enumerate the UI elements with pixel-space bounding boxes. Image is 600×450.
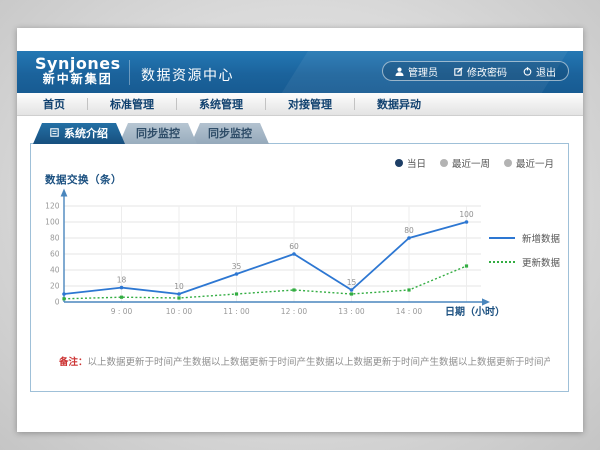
data-point [235,292,238,295]
change-password-button[interactable]: 修改密码 [454,64,507,79]
range-option-last-month[interactable]: 最近一月 [504,156,554,170]
logo-text-en: Synjones [35,55,121,73]
data-point-label: 10 [174,282,184,291]
y-tick-label: 0 [55,298,60,307]
nav-item-home[interactable]: 首页 [21,96,87,112]
y-tick-label: 40 [50,266,60,275]
dotted-line-icon [489,261,515,263]
y-tick-label: 120 [45,202,60,211]
chart-legend: 新增数据 更新数据 [489,231,560,269]
data-point [292,288,295,291]
data-point [177,296,180,299]
data-point [235,272,239,276]
x-tick-label: 13 : 00 [338,307,365,316]
data-point-label: 18 [117,276,127,285]
data-point [177,292,181,296]
nav-item-data-changes[interactable]: 数据异动 [355,96,443,112]
app-header: Synjones 新中新集团 数据资源中心 管理员 修改密码 [17,51,583,93]
note-text: 以上数据更新于时间产生数据以上数据更新于时间产生数据以上数据更新于时间产生数据以… [88,357,550,368]
nav-item-connection-mgmt[interactable]: 对接管理 [266,96,354,112]
data-point [350,292,353,295]
tab-bar: 系统介绍 同步监控 同步监控 [33,123,269,144]
page-title: 数据资源中心 [141,65,234,85]
data-point [407,236,411,240]
range-option-last-week[interactable]: 最近一周 [440,156,490,170]
power-icon [523,67,532,76]
note-label: 备注： [59,357,88,368]
x-tick-label: 10 : 00 [166,307,193,316]
change-password-label: 修改密码 [467,64,507,79]
x-tick-label: 9 : 00 [111,307,133,316]
app-window: Synjones 新中新集团 数据资源中心 管理员 修改密码 [17,28,583,432]
range-last-week-label: 最近一周 [452,156,490,170]
solid-line-icon [489,237,515,239]
range-today-label: 当日 [407,156,426,170]
radio-unselected-icon [440,159,448,167]
legend-new-data-label: 新增数据 [522,231,560,245]
data-point [407,288,410,291]
x-tick-label: 12 : 00 [281,307,308,316]
nav-item-system-mgmt[interactable]: 系统管理 [177,96,265,112]
data-point-label: 15 [347,278,357,287]
radio-unselected-icon [504,159,512,167]
data-point-label: 60 [289,242,299,251]
company-logo: Synjones 新中新集团 [35,55,121,86]
tab-system-intro[interactable]: 系统介绍 [33,123,125,144]
x-axis-title: 日期（小时） [445,303,505,318]
desktop-background: Synjones 新中新集团 数据资源中心 管理员 修改密码 [0,0,600,450]
y-axis-arrow-icon [61,189,68,197]
y-tick-label: 80 [50,234,60,243]
tab-sync-monitor-2[interactable]: 同步监控 [191,123,269,144]
legend-updated-data-label: 更新数据 [522,255,560,269]
data-point [120,296,123,299]
x-tick-label: 11 : 00 [223,307,250,316]
data-point [120,286,124,290]
edit-icon [454,67,463,76]
user-menu: 管理员 修改密码 退出 [382,61,569,81]
data-point-label: 80 [404,226,414,235]
tab-sync-monitor-1[interactable]: 同步监控 [119,123,197,144]
admin-user-label: 管理员 [408,64,438,79]
radio-selected-icon [395,159,403,167]
y-tick-label: 60 [50,250,60,259]
y-tick-label: 100 [45,218,60,227]
range-last-month-label: 最近一月 [516,156,554,170]
range-option-today[interactable]: 当日 [395,156,426,170]
y-axis-title: 数据交换（条） [45,172,122,187]
data-point-label: 100 [459,210,474,219]
nav-item-standard-mgmt[interactable]: 标准管理 [88,96,176,112]
data-point [465,264,468,267]
footer-note: 备注：以上数据更新于时间产生数据以上数据更新于时间产生数据以上数据更新于时间产生… [59,354,550,368]
logout-button[interactable]: 退出 [523,64,556,79]
data-point-label: 35 [232,262,242,271]
main-nav: 首页 标准管理 系统管理 对接管理 数据异动 [17,93,583,116]
data-point [62,297,65,300]
tab-system-intro-label: 系统介绍 [64,123,108,144]
admin-user-button[interactable]: 管理员 [395,64,438,79]
user-icon [395,67,404,76]
content-panel: 当日 最近一周 最近一月 数据交换（条） 0 20 40 60 80 100 120 9 : … [30,143,569,392]
data-point [62,292,66,296]
header-divider [129,60,130,85]
data-point [292,252,296,256]
legend-item-new-data[interactable]: 新增数据 [489,231,560,245]
x-tick-label: 14 : 00 [396,307,423,316]
document-icon [50,123,59,144]
logout-label: 退出 [536,64,556,79]
data-point [350,288,354,292]
legend-item-updated-data[interactable]: 更新数据 [489,255,560,269]
logo-text-cn: 新中新集团 [35,73,121,86]
y-tick-label: 20 [50,282,60,291]
time-range-group: 当日 最近一周 最近一月 [395,156,554,170]
data-point [465,220,469,224]
